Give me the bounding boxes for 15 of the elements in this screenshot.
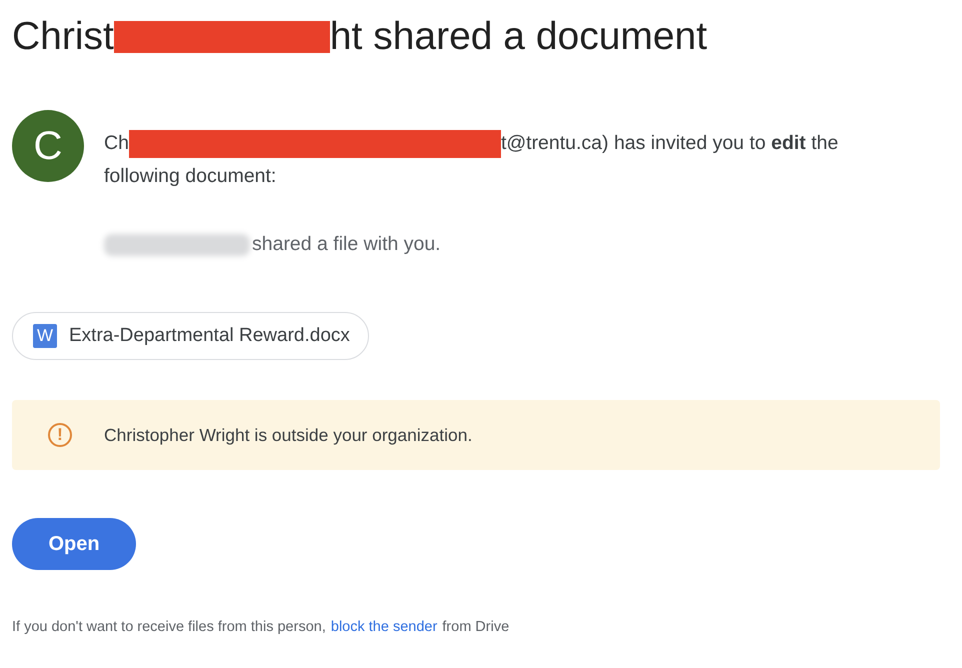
warning-text: Christopher Wright is outside your organization. [104, 424, 472, 446]
invite-message: t@trentu.ca) has invited you to edit the [500, 131, 838, 156]
heading-text: Christ [12, 15, 114, 59]
sender-avatar: C [12, 110, 84, 182]
word-document-icon: W [33, 324, 57, 348]
heading-text: ht shared a document [330, 15, 708, 59]
warning-icon: ! [48, 423, 72, 447]
sender-name-start: Ch [104, 131, 129, 156]
invite-message: following document: [104, 165, 276, 187]
open-button[interactable]: Open [12, 518, 136, 570]
footer-text: from Drive [442, 619, 510, 635]
block-sender-link[interactable]: block the sender [330, 619, 438, 635]
shared-note: shared a file with you. [252, 233, 441, 256]
footer-text: If you don't want to receive files from this person, [12, 619, 326, 635]
attachment-chip[interactable]: W Extra-Departmental Reward.docx [12, 312, 369, 360]
